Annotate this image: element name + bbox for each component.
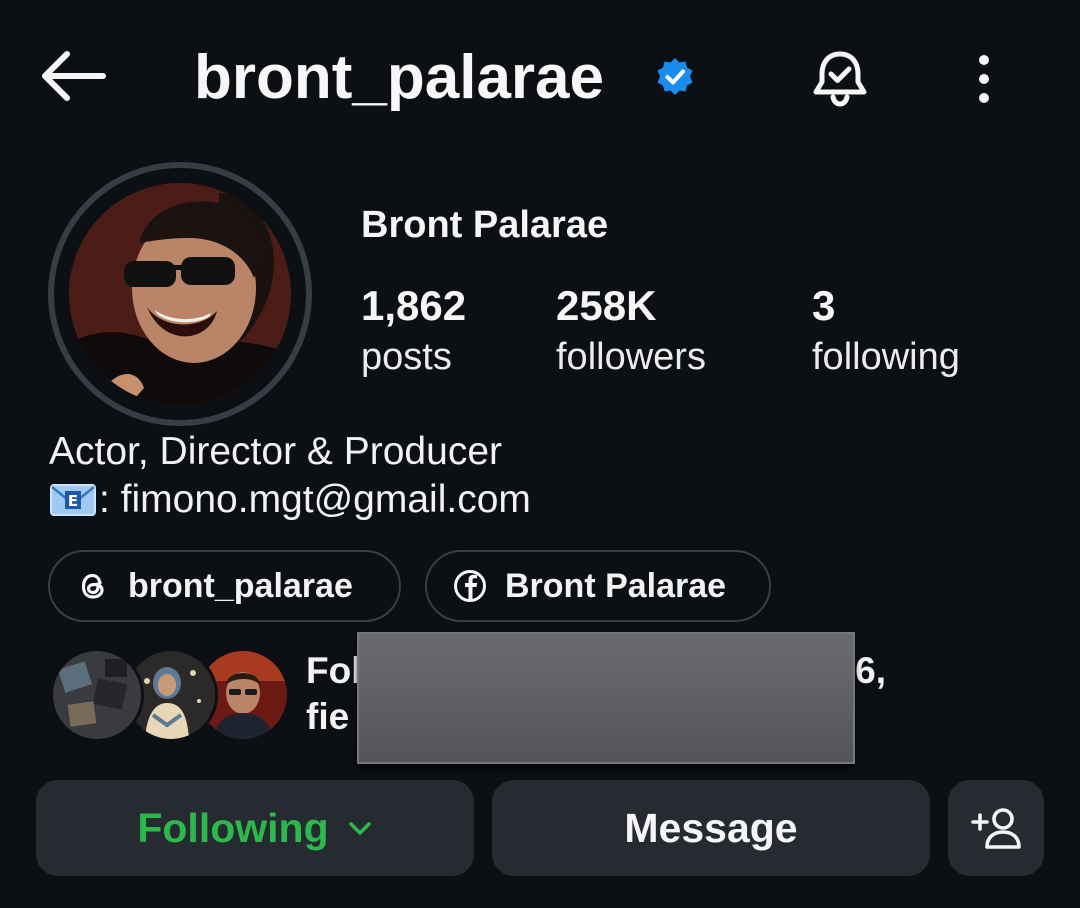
stat-following[interactable]: 3 following (812, 280, 960, 382)
profile-display-name: Bront Palarae (361, 204, 609, 246)
following-button-label: Following (137, 804, 329, 851)
verified-badge-icon (654, 56, 696, 98)
email-emoji-icon: E (49, 482, 97, 518)
bio-email-text: : fimono.mgt@gmail.com (99, 478, 531, 521)
profile-username: bront_palarae (194, 43, 605, 112)
threads-link-chip[interactable]: bront_palarae (48, 550, 401, 622)
stat-followers-label: followers (556, 336, 706, 378)
stat-following-value: 3 (812, 282, 836, 329)
message-button-label: Message (624, 804, 798, 851)
followed-by-line1-start: Fol (306, 650, 362, 691)
profile-bio: Actor, Director & Producer E : fimono.mg… (49, 428, 531, 524)
stat-posts-value: 1,862 (361, 282, 467, 329)
avatar-photo (69, 183, 291, 405)
suggested-users-button[interactable] (948, 780, 1044, 876)
add-person-icon (971, 808, 1021, 849)
threads-icon (76, 569, 110, 603)
stat-posts-label: posts (361, 336, 452, 378)
chevron-down-icon (347, 818, 373, 838)
mutual-followers-avatars[interactable] (50, 648, 290, 742)
stat-followers-value: 258K (556, 282, 657, 329)
facebook-link-label: Bront Palarae (505, 566, 727, 605)
threads-link-label: bront_palarae (128, 566, 353, 605)
stat-following-label: following (812, 336, 960, 378)
profile-avatar[interactable] (48, 162, 312, 426)
facebook-icon (453, 569, 487, 603)
following-button[interactable]: Following (36, 780, 474, 876)
message-button[interactable]: Message (492, 780, 930, 876)
back-arrow-icon (42, 51, 106, 101)
redaction-block (357, 632, 855, 764)
stat-followers[interactable]: 258K followers (556, 280, 706, 382)
bell-check-icon (813, 51, 867, 107)
facebook-link-chip[interactable]: Bront Palarae (425, 550, 771, 622)
more-options-button[interactable] (958, 44, 1010, 114)
back-button[interactable] (34, 44, 110, 108)
notifications-button[interactable] (802, 44, 878, 114)
mutual-avatar (50, 648, 144, 742)
followed-by-line1-end: 6, (855, 650, 886, 691)
stat-posts[interactable]: 1,862 posts (361, 280, 466, 382)
more-vertical-icon (979, 55, 989, 103)
bio-line: Actor, Director & Producer (49, 430, 502, 473)
svg-text:E: E (68, 492, 78, 510)
bio-email-line[interactable]: E : fimono.mgt@gmail.com (49, 476, 531, 524)
